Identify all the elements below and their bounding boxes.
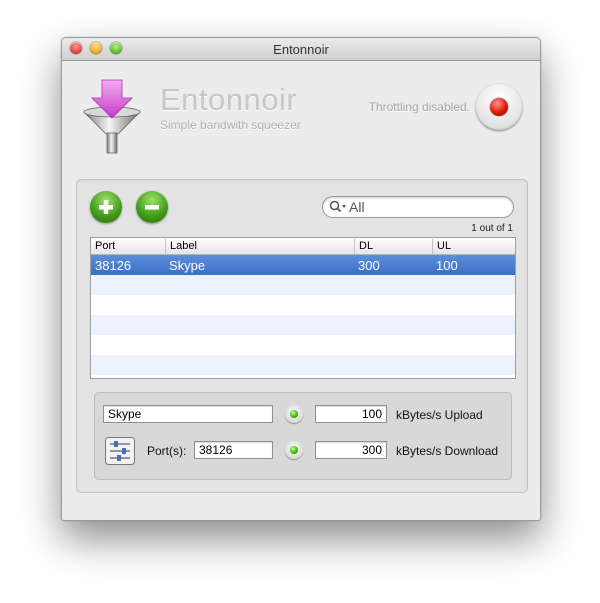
ports-label: Port(s): xyxy=(147,444,187,458)
rules-table[interactable]: Port Label DL UL 38126 Skype 300 100 xyxy=(90,237,516,379)
upload-limit-field[interactable] xyxy=(315,405,387,423)
upload-unit-label: kBytes/s Upload xyxy=(396,408,483,422)
rules-panel: 1 out of 1 Port Label DL UL 38126 Skype … xyxy=(76,179,528,493)
minus-icon xyxy=(145,205,159,210)
download-limit-field[interactable] xyxy=(315,441,387,459)
record-icon xyxy=(490,98,508,116)
throttling-toggle-button[interactable] xyxy=(476,84,522,130)
sliders-icon[interactable] xyxy=(105,437,135,465)
label-field[interactable] xyxy=(103,405,273,423)
title-bar[interactable]: Entonnoir xyxy=(62,38,540,61)
table-header: Port Label DL UL xyxy=(91,238,515,255)
column-header-dl[interactable]: DL xyxy=(354,239,432,254)
plus-icon xyxy=(99,200,113,214)
search-input[interactable] xyxy=(349,198,499,215)
rule-editor: kBytes/s Upload Port(s): kBytes/s Downlo… xyxy=(94,392,512,480)
column-header-port[interactable]: Port xyxy=(91,239,165,254)
download-indicator[interactable] xyxy=(285,441,303,459)
cell-port: 38126 xyxy=(95,258,132,273)
cell-ul: 100 xyxy=(436,258,458,273)
download-unit-label: kBytes/s Download xyxy=(396,444,499,458)
cell-label: Skype xyxy=(169,258,206,273)
result-count: 1 out of 1 xyxy=(471,223,513,234)
ports-field[interactable] xyxy=(194,441,273,459)
app-name: Entonnoir xyxy=(160,82,298,117)
throttling-status: Throttling disabled. xyxy=(368,100,470,114)
search-icon xyxy=(329,200,346,213)
upload-indicator[interactable] xyxy=(285,405,303,423)
funnel-icon xyxy=(83,79,141,154)
column-header-ul[interactable]: UL xyxy=(432,239,515,254)
column-header-label[interactable]: Label xyxy=(165,239,354,254)
remove-rule-button[interactable] xyxy=(136,191,168,223)
app-window: Entonnoir Entonnoir Simple bandwith sque… xyxy=(61,37,541,521)
app-subtitle: Simple bandwith squeezer xyxy=(160,118,301,132)
empty-row xyxy=(91,355,515,375)
empty-row xyxy=(91,315,515,335)
search-field[interactable] xyxy=(322,196,514,218)
cell-dl: 300 xyxy=(358,258,380,273)
empty-row xyxy=(91,295,515,315)
empty-row xyxy=(91,275,515,295)
window-title: Entonnoir xyxy=(273,42,329,57)
add-rule-button[interactable] xyxy=(90,191,122,223)
empty-row xyxy=(91,335,515,355)
table-row[interactable]: 38126 Skype 300 100 xyxy=(91,255,515,275)
